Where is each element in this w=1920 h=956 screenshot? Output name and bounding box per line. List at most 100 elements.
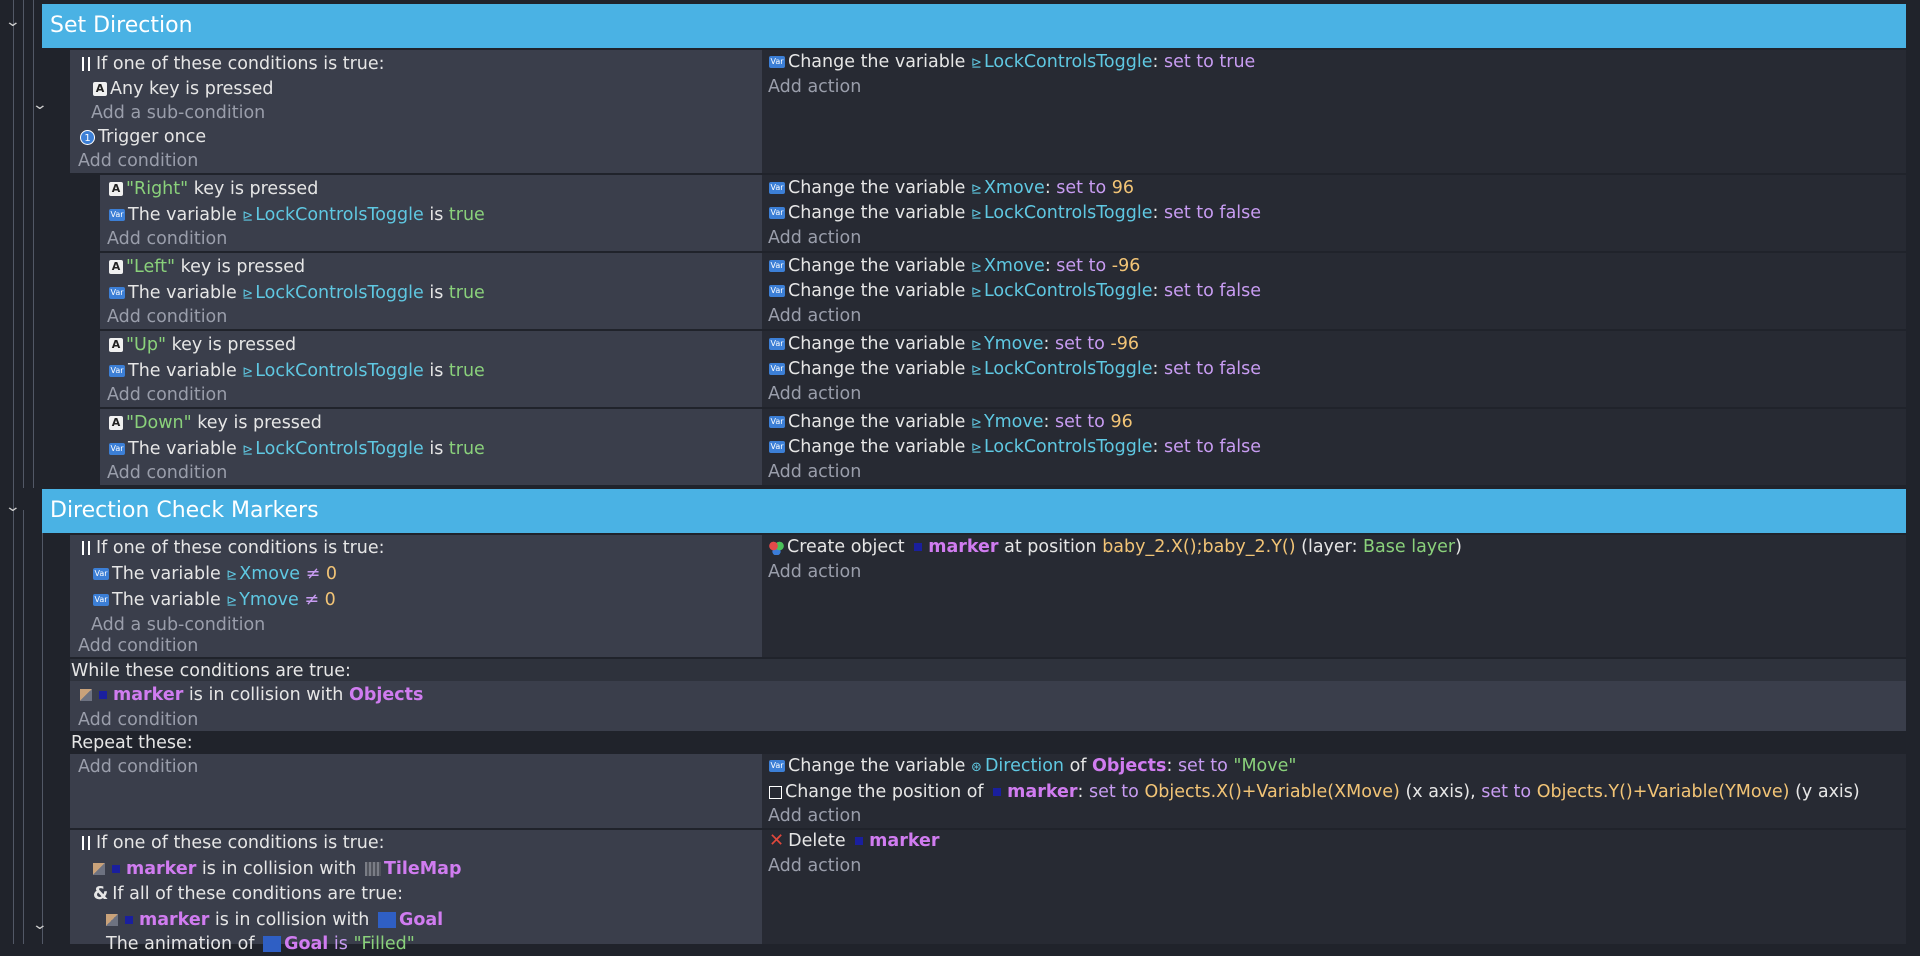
collapse-chevron-icon[interactable]: ⌄ xyxy=(5,499,21,515)
add-condition-link[interactable]: Add condition xyxy=(107,305,227,329)
add-condition-link[interactable]: Add condition xyxy=(107,383,227,407)
add-condition-link[interactable]: Add condition xyxy=(107,461,227,485)
marker-sprite-icon xyxy=(99,691,107,699)
collapse-chevron-icon[interactable]: ⌄ xyxy=(32,917,48,933)
action-change-variable[interactable]: Var Change the variable ⊵ LockControlsTogg… xyxy=(769,357,1261,381)
or-condition-icon xyxy=(82,836,90,850)
add-condition-link[interactable]: Add condition xyxy=(78,708,198,732)
add-condition-link[interactable]: Add condition xyxy=(78,149,198,173)
collapse-chevron-icon[interactable]: ⌄ xyxy=(32,97,48,113)
variable-ref-icon: ⊵ xyxy=(971,338,982,353)
variable-icon: Var xyxy=(109,365,125,377)
variable-ref-icon: ⊵ xyxy=(242,209,254,224)
condition-variable[interactable]: Var The variable ⊵ LockControlsToggle is t… xyxy=(109,437,485,461)
action-change-variable[interactable]: Var Change the variable ⊛ Direction of Obj… xyxy=(769,754,1296,778)
action-change-variable[interactable]: Var Change the variable ⊵ Xmove: set to 96 xyxy=(769,176,1134,200)
and-condition[interactable]: & If all of these conditions are true: xyxy=(93,882,403,906)
action-change-variable[interactable]: Var Change the variable ⊵ LockControlsTogg… xyxy=(769,50,1255,74)
variable-icon: Var xyxy=(769,441,785,453)
marker-sprite-icon xyxy=(855,837,864,845)
object-variable-icon: ⊛ xyxy=(971,760,982,775)
condition-collision[interactable]: marker is in collision with Objects xyxy=(80,683,423,707)
add-action-link[interactable]: Add action xyxy=(768,382,861,406)
collision-icon xyxy=(80,689,92,701)
delete-icon: ✕ xyxy=(769,830,785,851)
condition-any-key[interactable]: A Any key is pressed xyxy=(93,77,274,101)
condition-variable[interactable]: Var The variable ⊵ Ymove ≠ 0 xyxy=(93,588,336,612)
add-condition-link[interactable]: Add condition xyxy=(78,634,198,658)
action-change-variable[interactable]: Var Change the variable ⊵ Ymove: set to 96 xyxy=(769,410,1133,434)
action-change-variable[interactable]: Var Change the variable ⊵ LockControlsTogg… xyxy=(769,435,1261,459)
variable-icon: Var xyxy=(109,209,125,221)
variable-icon: Var xyxy=(769,285,785,297)
and-condition-icon: & xyxy=(93,884,109,904)
action-delete[interactable]: ✕ Delete marker xyxy=(769,829,940,853)
variable-icon: Var xyxy=(769,182,785,194)
keyboard-key-icon: A xyxy=(109,416,123,430)
or-condition[interactable]: If one of these conditions is true: xyxy=(82,52,385,76)
variable-icon: Var xyxy=(769,338,785,350)
action-change-variable[interactable]: Var Change the variable ⊵ LockControlsTogg… xyxy=(769,279,1261,303)
variable-icon: Var xyxy=(769,416,785,428)
condition-variable[interactable]: Var The variable ⊵ Xmove ≠ 0 xyxy=(93,562,337,586)
action-change-variable[interactable]: Var Change the variable ⊵ LockControlsTogg… xyxy=(769,201,1261,225)
condition-key-right[interactable]: A "Right" key is pressed xyxy=(109,177,318,201)
or-condition[interactable]: If one of these conditions is true: xyxy=(82,536,385,560)
or-condition[interactable]: If one of these conditions is true: xyxy=(82,831,385,855)
condition-key-up[interactable]: A "Up" key is pressed xyxy=(109,333,296,357)
condition-key-down[interactable]: A "Down" key is pressed xyxy=(109,411,322,435)
variable-ref-icon: ⊵ xyxy=(971,416,982,431)
variable-icon: Var xyxy=(769,260,785,272)
variable-ref-icon: ⊵ xyxy=(971,56,982,71)
add-action-link[interactable]: Add action xyxy=(768,460,861,484)
group-header-direction-check-markers[interactable]: Direction Check Markers xyxy=(42,489,1906,533)
add-sub-condition-link[interactable]: Add a sub-condition xyxy=(91,101,265,125)
add-action-link[interactable]: Add action xyxy=(768,75,861,99)
keyboard-key-icon: A xyxy=(109,260,123,274)
variable-ref-icon: ⊵ xyxy=(226,568,238,583)
condition-variable[interactable]: Var The variable ⊵ LockControlsToggle is t… xyxy=(109,203,485,227)
condition-variable[interactable]: Var The variable ⊵ LockControlsToggle is t… xyxy=(109,359,485,383)
keyboard-key-icon: A xyxy=(109,338,123,352)
variable-ref-icon: ⊵ xyxy=(242,443,254,458)
group-header-set-direction[interactable]: Set Direction xyxy=(42,4,1906,48)
add-action-link[interactable]: Add action xyxy=(768,560,861,584)
variable-ref-icon: ⊵ xyxy=(226,594,238,609)
or-condition-icon xyxy=(82,541,90,555)
add-condition-link[interactable]: Add condition xyxy=(107,227,227,251)
tilemap-icon xyxy=(364,862,381,876)
condition-key-left[interactable]: A "Left" key is pressed xyxy=(109,255,305,279)
create-object-icon xyxy=(769,539,784,555)
condition-variable[interactable]: Var The variable ⊵ LockControlsToggle is t… xyxy=(109,281,485,305)
marker-sprite-icon xyxy=(993,788,1002,796)
action-change-variable[interactable]: Var Change the variable ⊵ Xmove: set to -9… xyxy=(769,254,1140,278)
condition-collision[interactable]: marker is in collision with TileMap xyxy=(93,857,462,881)
condition-collision[interactable]: marker is in collision with Goal xyxy=(106,908,443,932)
action-create-object[interactable]: Create object marker at position baby_2.… xyxy=(769,535,1462,559)
add-action-link[interactable]: Add action xyxy=(768,226,861,250)
add-action-link[interactable]: Add action xyxy=(768,304,861,328)
variable-icon: Var xyxy=(769,207,785,219)
action-change-variable[interactable]: Var Change the variable ⊵ Ymove: set to -9… xyxy=(769,332,1139,356)
collision-icon xyxy=(93,863,105,875)
condition-trigger-once[interactable]: 1 Trigger once xyxy=(80,125,206,149)
trigger-once-icon: 1 xyxy=(80,129,95,145)
add-condition-link[interactable]: Add condition xyxy=(78,755,198,779)
condition-animation[interactable]: The animation of Goal is "Filled" xyxy=(106,932,415,956)
variable-icon: Var xyxy=(93,568,109,580)
repeat-header: Repeat these: xyxy=(71,733,193,753)
variable-ref-icon: ⊵ xyxy=(971,182,982,197)
collision-icon xyxy=(106,914,118,926)
variable-icon: Var xyxy=(109,443,125,455)
variable-ref-icon: ⊵ xyxy=(971,207,982,222)
variable-ref-icon: ⊵ xyxy=(971,363,982,378)
add-action-link[interactable]: Add action xyxy=(768,804,861,828)
position-icon xyxy=(769,785,782,799)
variable-icon: Var xyxy=(769,760,785,772)
add-action-link[interactable]: Add action xyxy=(768,854,861,878)
variable-ref-icon: ⊵ xyxy=(242,365,254,380)
collapse-chevron-icon[interactable]: ⌄ xyxy=(5,14,21,30)
variable-icon: Var xyxy=(769,56,785,68)
marker-sprite-icon xyxy=(125,916,133,924)
action-change-position[interactable]: Change the position of marker: set to Ob… xyxy=(769,780,1860,804)
